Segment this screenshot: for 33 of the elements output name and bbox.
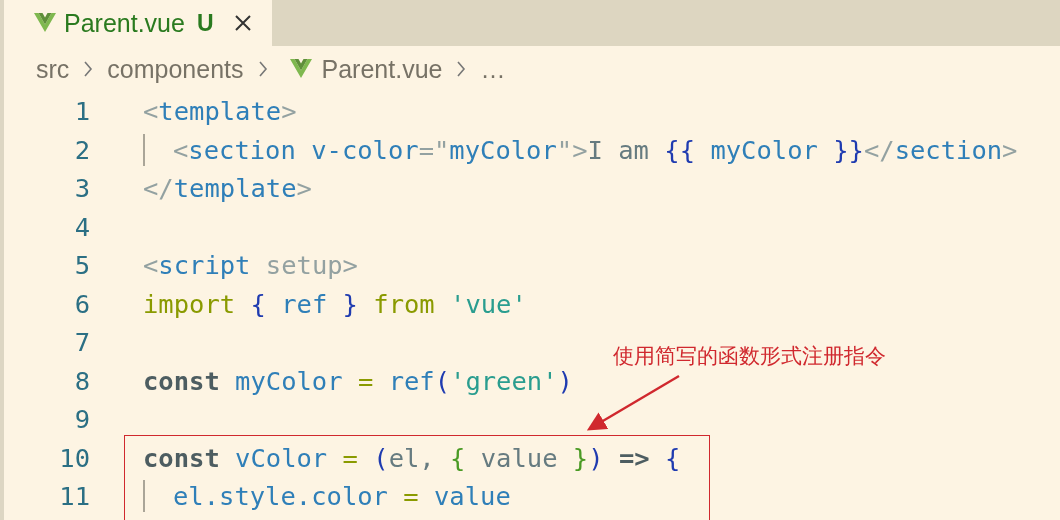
code-line: <script setup> <box>143 250 358 281</box>
breadcrumb-item[interactable]: … <box>480 54 506 84</box>
chevron-right-icon <box>456 60 467 78</box>
breadcrumb-item[interactable]: components <box>107 54 244 84</box>
line-number: 9 <box>73 404 90 435</box>
close-icon <box>233 14 252 32</box>
code-line: </template> <box>143 173 312 204</box>
line-number: 1 <box>73 96 90 127</box>
line-number: 4 <box>73 211 90 242</box>
vue-logo-icon <box>34 13 56 33</box>
code-line: <template> <box>143 96 297 127</box>
line-number: 8 <box>73 365 90 396</box>
line-number: 11 <box>58 481 90 512</box>
code-line: el.style.color = value <box>173 481 511 512</box>
line-number: 7 <box>73 327 90 358</box>
code-line: import { ref } from 'vue' <box>143 288 527 319</box>
code-line: const vColor = (el, { value }) => { <box>143 442 681 473</box>
git-status-label: U <box>196 9 214 37</box>
breadcrumb-item[interactable]: src <box>36 54 70 84</box>
line-number: 3 <box>73 173 90 204</box>
tab-label: Parent.vue <box>64 8 185 38</box>
line-number: 2 <box>73 134 90 165</box>
code-line: <section v-color="myColor">I am {{ myColor }}</section> <box>173 134 1018 165</box>
line-number: 5 <box>73 250 90 281</box>
chevron-right-icon <box>257 60 268 78</box>
breadcrumb-item[interactable]: Parent.vue <box>321 54 443 84</box>
editor-tab[interactable]: Parent.vue U <box>4 0 272 46</box>
line-number: 10 <box>58 442 90 473</box>
annotation-text: 使用简写的函数形式注册指令 <box>613 343 886 370</box>
code-line: const myColor = ref('green') <box>143 365 573 396</box>
line-number: 6 <box>73 288 90 319</box>
chevron-right-icon <box>83 60 94 78</box>
vue-logo-icon <box>289 59 312 79</box>
